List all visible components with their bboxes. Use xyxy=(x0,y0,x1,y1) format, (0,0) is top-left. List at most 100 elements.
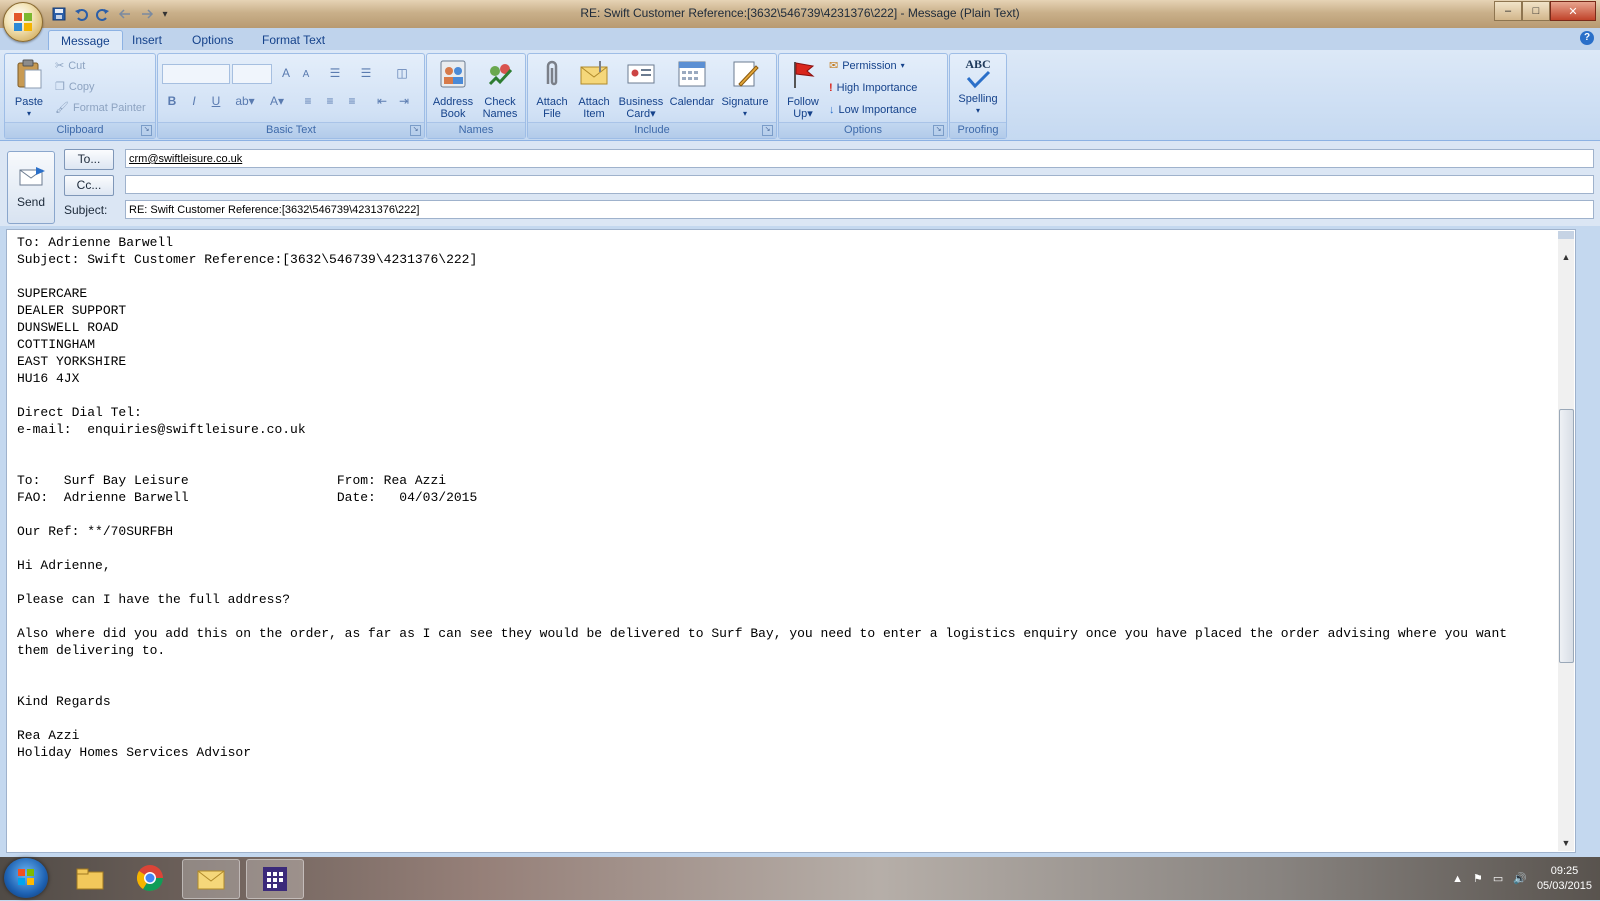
highlight-icon[interactable]: ab▾ xyxy=(232,92,258,110)
tab-message[interactable]: Message xyxy=(48,30,123,51)
clock[interactable]: 09:25 05/03/2015 xyxy=(1537,864,1592,894)
numbering-icon[interactable]: ☰ xyxy=(354,64,378,82)
vertical-scrollbar[interactable]: ▲ ▼ xyxy=(1558,231,1574,851)
low-importance-button[interactable]: ↓ Low Importance xyxy=(829,100,917,120)
spelling-icon: ABC xyxy=(962,58,994,90)
format-painter-button[interactable]: 🖌 Format Painter xyxy=(55,98,146,118)
window-controls: – □ ✕ xyxy=(1494,1,1596,21)
app-icon[interactable] xyxy=(246,859,304,899)
scissors-icon: ✂ xyxy=(55,60,65,72)
permission-label: Permission xyxy=(842,60,897,72)
to-field[interactable]: crm@swiftleisure.co.uk xyxy=(125,149,1594,168)
chrome-icon[interactable] xyxy=(122,859,178,897)
bullets-icon[interactable]: ☰ xyxy=(323,64,347,82)
follow-up-button[interactable]: Follow Up▾ xyxy=(783,58,823,120)
clipboard-launcher-icon[interactable]: ↘ xyxy=(141,125,152,136)
paperclip-icon xyxy=(546,60,558,86)
exclamation-icon: ! xyxy=(829,82,833,94)
spelling-label: Spelling xyxy=(958,93,998,105)
cut-label: Cut xyxy=(68,60,86,72)
scroll-splitter-icon[interactable] xyxy=(1558,231,1574,239)
flag-icon xyxy=(794,62,815,88)
abc-text: ABC xyxy=(965,57,991,71)
underline-button[interactable]: U xyxy=(206,92,226,110)
volume-icon[interactable]: 🔊 xyxy=(1513,872,1527,885)
message-body[interactable]: To: Adrienne Barwell Subject: Swift Cust… xyxy=(6,229,1576,853)
network-icon[interactable]: ▭ xyxy=(1493,872,1503,885)
signature-dropdown-icon[interactable]: ▾ xyxy=(718,108,772,120)
high-importance-button[interactable]: ! High Importance xyxy=(829,78,917,98)
italic-button[interactable]: I xyxy=(184,92,204,110)
action-center-flag-icon[interactable]: ⚑ xyxy=(1473,872,1483,885)
signature-icon xyxy=(733,61,759,87)
to-button[interactable]: To... xyxy=(64,149,114,170)
help-icon[interactable]: ? xyxy=(1580,31,1594,45)
body-text[interactable]: To: Adrienne Barwell Subject: Swift Cust… xyxy=(17,234,1507,761)
copy-button[interactable]: ❐ Copy xyxy=(55,77,95,97)
font-color-button[interactable]: A▾ xyxy=(264,92,290,110)
business-card-button[interactable]: Business Card▾ xyxy=(616,58,666,120)
tab-options[interactable]: Options xyxy=(180,30,245,50)
tab-insert[interactable]: Insert xyxy=(120,30,174,50)
calendar-label: Calendar xyxy=(669,96,715,108)
close-button[interactable]: ✕ xyxy=(1550,1,1596,21)
subject-field[interactable]: RE: Swift Customer Reference:[3632\54673… xyxy=(125,200,1594,219)
check-names-button[interactable]: Check Names xyxy=(477,58,523,120)
address-book-label-1: Address xyxy=(432,96,474,108)
scroll-down-icon[interactable]: ▼ xyxy=(1558,835,1574,851)
font-size-combo[interactable] xyxy=(232,64,272,84)
include-launcher-icon[interactable]: ↘ xyxy=(762,125,773,136)
business-card-label-2: Card xyxy=(626,108,651,120)
cc-button[interactable]: Cc... xyxy=(64,175,114,196)
spelling-button[interactable]: ABC Spelling ▾ xyxy=(952,58,1004,117)
send-icon xyxy=(19,167,45,186)
outlook-icon[interactable] xyxy=(182,859,240,899)
options-launcher-icon[interactable]: ↘ xyxy=(933,125,944,136)
align-center-icon[interactable]: ≡ xyxy=(320,92,340,110)
font-name-combo[interactable] xyxy=(162,64,230,84)
options-group: Follow Up▾ ✉ Permission ▾ ! High Importance… xyxy=(778,53,948,139)
attach-item-button[interactable]: Attach Item xyxy=(574,58,614,120)
shrink-font-icon[interactable]: A xyxy=(296,66,316,84)
calendar-icon xyxy=(678,61,706,87)
paste-dropdown-icon[interactable]: ▾ xyxy=(9,108,49,120)
signature-label: Signature xyxy=(721,96,769,108)
styles-icon[interactable]: ◫ xyxy=(390,64,414,82)
names-group-label: Names xyxy=(427,122,525,138)
clock-date: 05/03/2015 xyxy=(1536,879,1592,892)
grow-font-icon[interactable]: A xyxy=(276,64,296,82)
cc-field[interactable] xyxy=(125,175,1594,194)
show-hidden-icons-icon[interactable]: ▲ xyxy=(1452,873,1463,885)
start-button[interactable] xyxy=(4,858,48,898)
basic-text-group: A A ☰ ☰ ◫ B I U ab▾ A▾ ≡ ≡ ≡ ⇤ ⇥ Basic T… xyxy=(157,53,425,139)
attach-file-button[interactable]: Attach File xyxy=(532,58,572,120)
calendar-button[interactable]: Calendar xyxy=(666,58,718,108)
scroll-up-icon[interactable]: ▲ xyxy=(1558,249,1574,265)
align-left-icon[interactable]: ≡ xyxy=(298,92,318,110)
office-button[interactable] xyxy=(3,2,43,42)
paste-label: Paste xyxy=(14,96,44,108)
maximize-button[interactable]: □ xyxy=(1522,1,1550,21)
spelling-dropdown-icon[interactable]: ▾ xyxy=(952,105,1004,117)
decrease-indent-icon[interactable]: ⇤ xyxy=(372,92,392,110)
scroll-thumb[interactable] xyxy=(1559,409,1574,663)
cut-button[interactable]: ✂ Cut xyxy=(55,56,85,76)
tab-format-text[interactable]: Format Text xyxy=(250,30,337,50)
address-book-button[interactable]: Address Book xyxy=(430,58,476,120)
minimize-button[interactable]: – xyxy=(1494,1,1522,21)
high-importance-label: High Importance xyxy=(836,82,918,94)
send-button[interactable]: Send xyxy=(7,151,55,224)
paste-button[interactable]: Paste ▾ xyxy=(9,58,49,120)
clipboard-group: Paste ▾ ✂ Cut ❐ Copy 🖌 Format Painter Clipb… xyxy=(4,53,156,139)
copy-icon: ❐ xyxy=(55,81,65,93)
basic-text-launcher-icon[interactable]: ↘ xyxy=(410,125,421,136)
permission-button[interactable]: ✉ Permission ▾ xyxy=(829,56,905,76)
taskbar: ▲ ⚑ ▭ 🔊 09:25 05/03/2015 xyxy=(0,857,1600,900)
increase-indent-icon[interactable]: ⇥ xyxy=(394,92,414,110)
business-card-icon xyxy=(627,64,655,84)
align-right-icon[interactable]: ≡ xyxy=(342,92,362,110)
attach-item-label-1: Attach xyxy=(578,96,610,108)
bold-button[interactable]: B xyxy=(162,92,182,110)
signature-button[interactable]: Signature ▾ xyxy=(718,58,772,120)
explorer-icon[interactable] xyxy=(62,859,118,897)
